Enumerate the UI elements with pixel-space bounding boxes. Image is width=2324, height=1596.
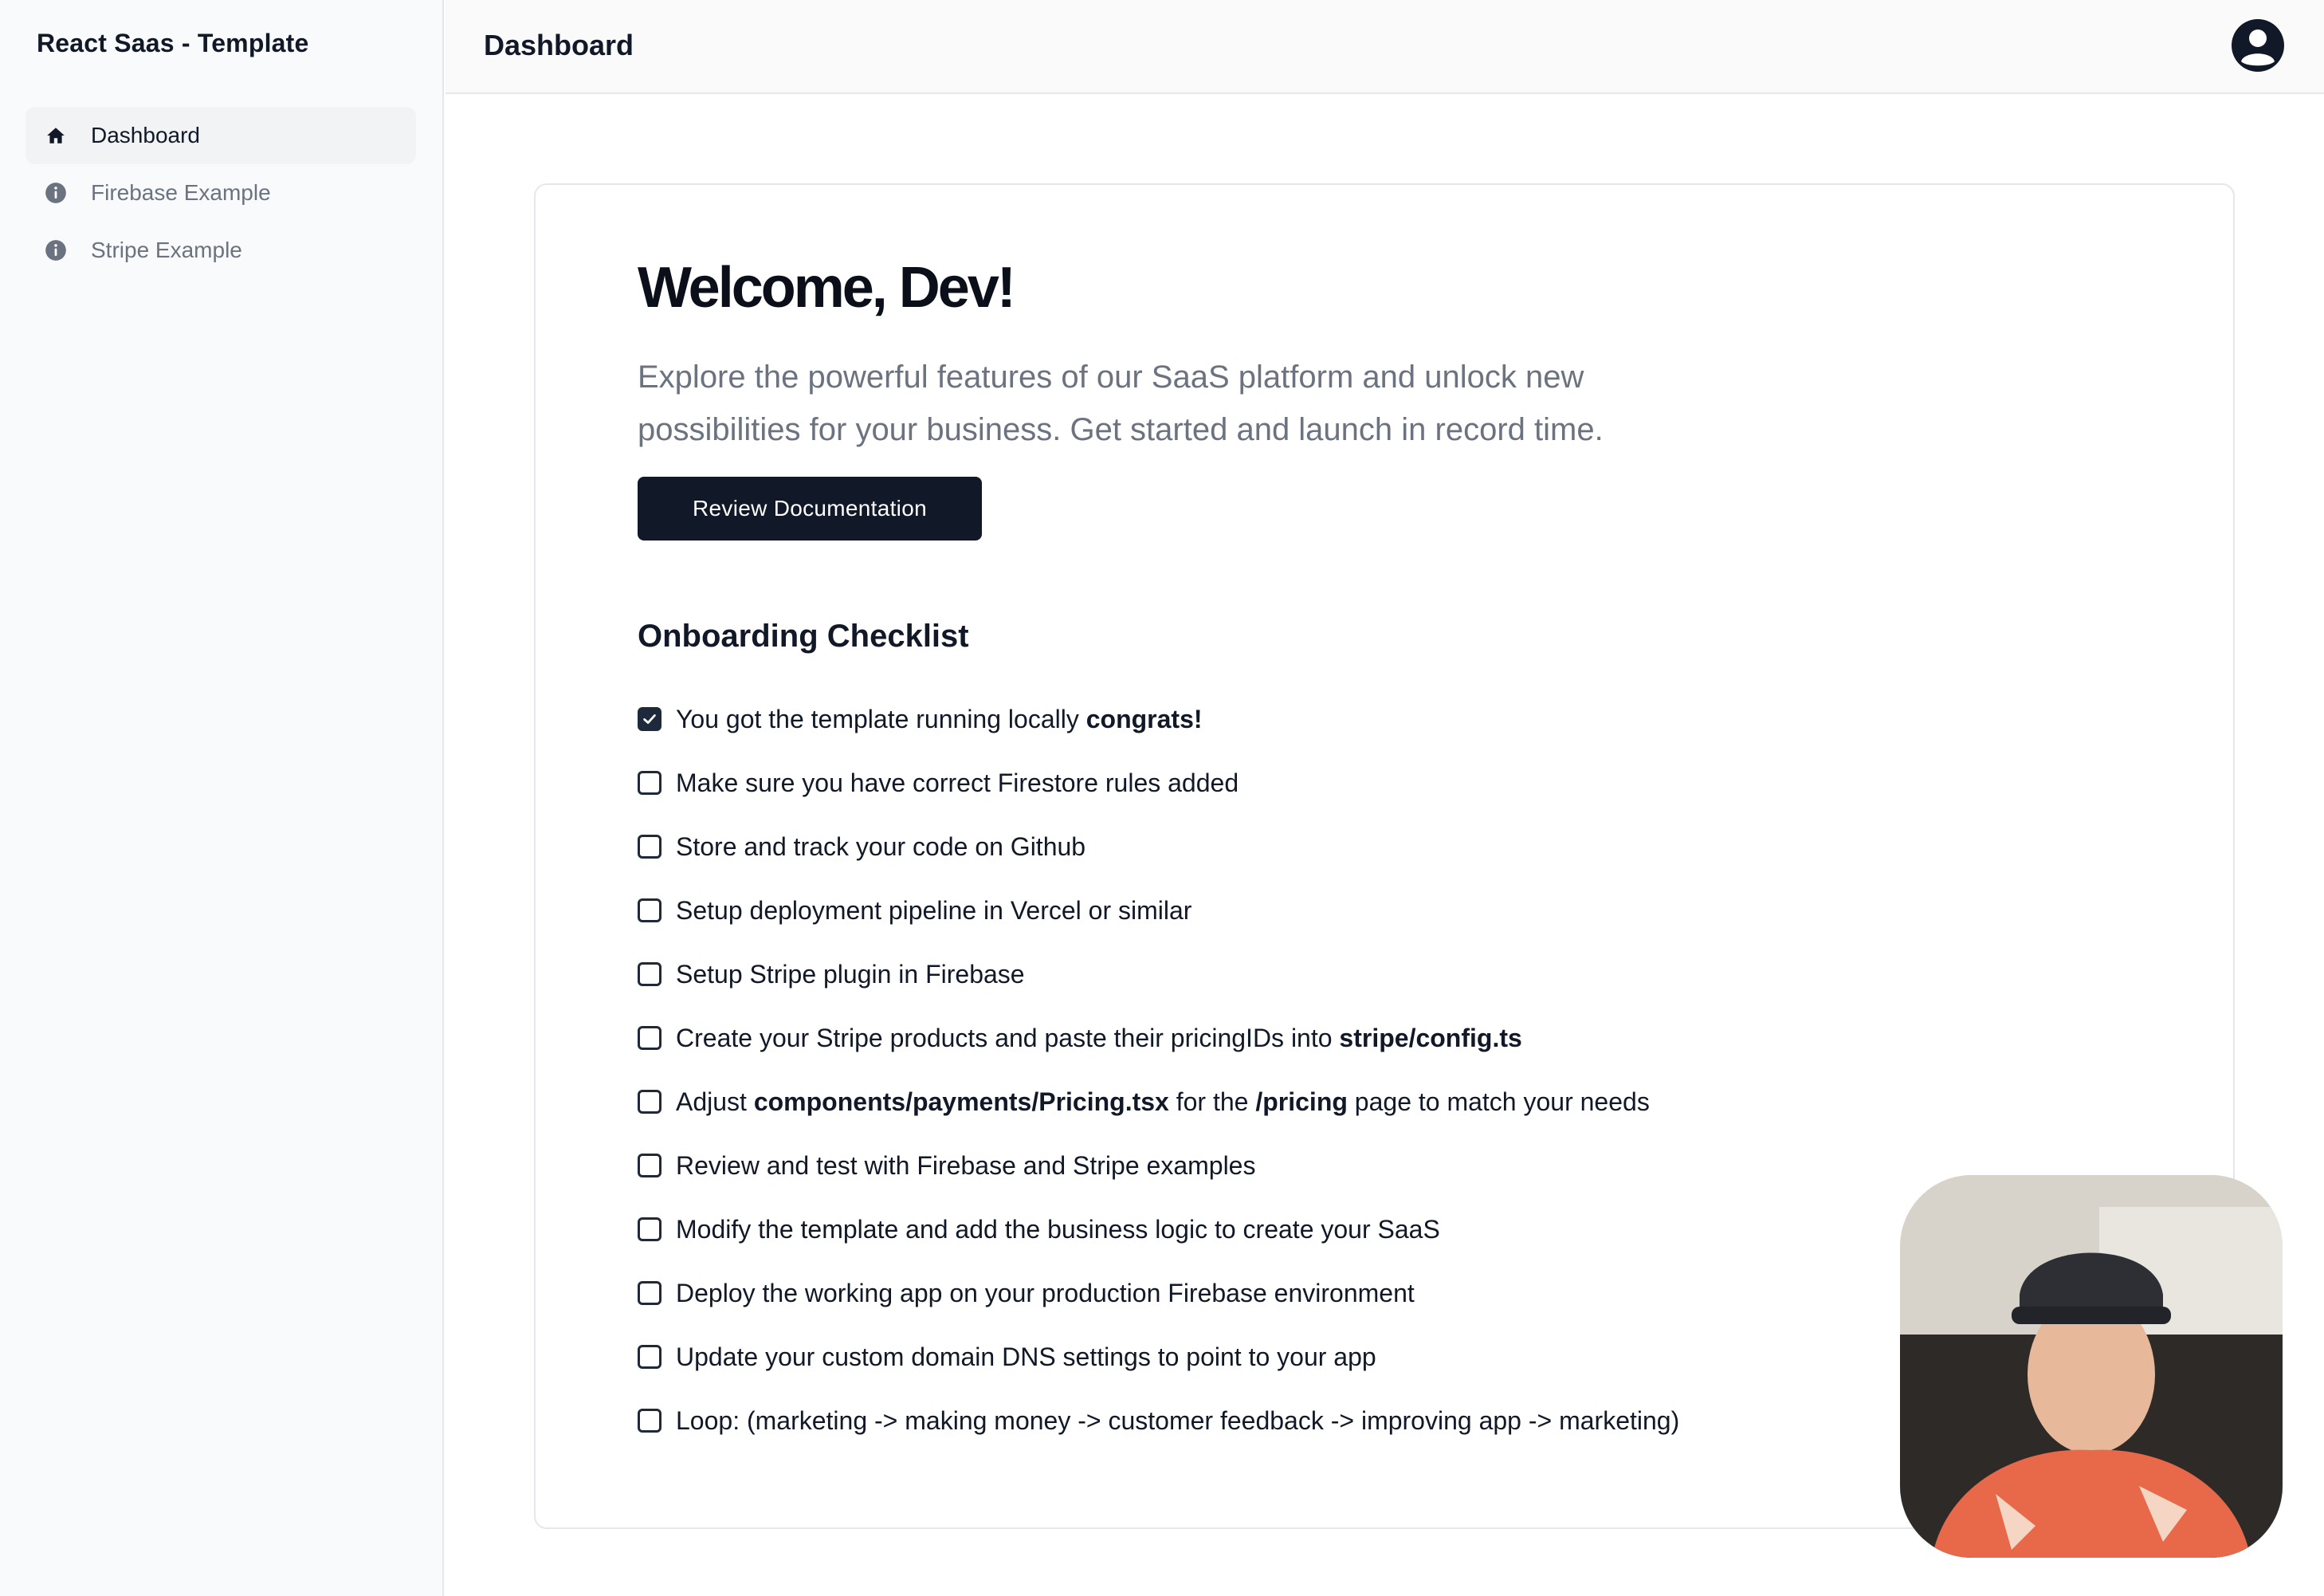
checklist-item-emphasis: stripe/config.ts [1339, 1023, 1522, 1052]
info-icon [45, 239, 67, 261]
checklist-item-text: Make sure you have correct Firestore rul… [676, 768, 1239, 797]
home-icon [45, 124, 67, 147]
checklist-item-label: Create your Stripe products and paste th… [676, 1024, 1522, 1053]
checklist-item: Review and test with Firebase and Stripe… [638, 1134, 2152, 1197]
sidebar: React Saas - Template Dashboard Firebase… [0, 0, 444, 1596]
checkbox-unchecked[interactable] [638, 771, 661, 795]
checklist-item: Make sure you have correct Firestore rul… [638, 751, 2152, 815]
checklist-item: You got the template running locally con… [638, 687, 2152, 751]
checkbox-unchecked[interactable] [638, 1026, 661, 1050]
checklist-item: Setup Stripe plugin in Firebase [638, 942, 2152, 1006]
checkbox-unchecked[interactable] [638, 1281, 661, 1305]
checkbox-unchecked[interactable] [638, 1154, 661, 1177]
sidebar-item-label: Dashboard [91, 123, 200, 147]
checklist-item: Adjust components/payments/Pricing.tsx f… [638, 1070, 2152, 1134]
checklist-item-text: Loop: (marketing -> making money -> cust… [676, 1405, 1680, 1435]
checklist-item-label: You got the template running locally con… [676, 705, 1203, 734]
checklist-item: Create your Stripe products and paste th… [638, 1006, 2152, 1070]
welcome-subtitle: Explore the powerful features of our Saa… [638, 351, 1626, 456]
checkbox-unchecked[interactable] [638, 1345, 661, 1369]
subtitle-line-2: possibilities for your business. Get sta… [638, 412, 1604, 447]
checklist-item-text: for the [1168, 1087, 1256, 1116]
welcome-heading: Welcome, Dev! [638, 256, 1016, 320]
checklist-item-label: Setup Stripe plugin in Firebase [676, 960, 1025, 989]
sidebar-item-label: Stripe Example [91, 238, 242, 262]
checklist-item-text: Setup deployment pipeline in Vercel or s… [676, 895, 1192, 925]
checklist-item-text: Deploy the working app on your productio… [676, 1278, 1415, 1307]
sidebar-item-stripe-example[interactable]: Stripe Example [26, 222, 416, 279]
checklist-item-label: Update your custom domain DNS settings t… [676, 1342, 1376, 1372]
checklist-item-label: Loop: (marketing -> making money -> cust… [676, 1406, 1679, 1436]
checklist-item: Store and track your code on Github [638, 815, 2152, 879]
checklist-item-text: page to match your needs [1347, 1087, 1650, 1116]
sidebar-nav: Dashboard Firebase Example Stripe Exampl… [26, 107, 416, 279]
checklist-item-text: Review and test with Firebase and Stripe… [676, 1150, 1256, 1180]
checklist-item-label: Deploy the working app on your productio… [676, 1279, 1415, 1308]
info-icon [45, 182, 67, 204]
checkbox-unchecked[interactable] [638, 1409, 661, 1433]
checklist-item-label: Make sure you have correct Firestore rul… [676, 769, 1239, 798]
page-title: Dashboard [484, 29, 634, 61]
checklist-item-text: Setup Stripe plugin in Firebase [676, 959, 1025, 989]
checkmark-icon [643, 714, 656, 724]
checklist-item-label: Store and track your code on Github [676, 832, 1085, 862]
sidebar-item-firebase-example[interactable]: Firebase Example [26, 164, 416, 222]
checklist-item-emphasis: congrats! [1085, 704, 1203, 733]
checkbox-unchecked[interactable] [638, 835, 661, 859]
top-header: Dashboard [446, 0, 2324, 94]
checkbox-checked[interactable] [638, 707, 661, 731]
checklist-item-label: Review and test with Firebase and Stripe… [676, 1151, 1255, 1181]
checklist-item-text: Modify the template and add the business… [676, 1214, 1440, 1244]
user-circle-icon[interactable] [2230, 18, 2286, 73]
checklist-item: Setup deployment pipeline in Vercel or s… [638, 879, 2152, 942]
checklist-item-text: Store and track your code on Github [676, 831, 1086, 861]
checklist-item-emphasis: components/payments/Pricing.tsx [753, 1087, 1169, 1116]
checklist-item-text: You got the template running locally [676, 704, 1086, 733]
app-root: React Saas - Template Dashboard Firebase… [0, 0, 2324, 1596]
checklist-item-label: Modify the template and add the business… [676, 1215, 1440, 1244]
checkbox-unchecked[interactable] [638, 1217, 661, 1241]
review-documentation-button[interactable]: Review Documentation [638, 477, 982, 541]
checklist-item-label: Adjust components/payments/Pricing.tsx f… [676, 1087, 1650, 1117]
sidebar-item-dashboard[interactable]: Dashboard [26, 107, 416, 164]
subtitle-line-1: Explore the powerful features of our Saa… [638, 360, 1584, 395]
checkbox-unchecked[interactable] [638, 962, 661, 986]
app-brand: React Saas - Template [37, 29, 309, 57]
sidebar-item-label: Firebase Example [91, 180, 271, 205]
webcam-overlay [1900, 1175, 2283, 1558]
checklist-title: Onboarding Checklist [638, 619, 969, 654]
checklist-item-text: Adjust [676, 1087, 754, 1116]
checkbox-unchecked[interactable] [638, 1090, 661, 1114]
checklist-item-emphasis: /pricing [1255, 1087, 1348, 1116]
checklist-item-label: Setup deployment pipeline in Vercel or s… [676, 896, 1191, 926]
checklist-item-text: Create your Stripe products and paste th… [676, 1023, 1340, 1052]
checklist-item-text: Update your custom domain DNS settings t… [676, 1342, 1376, 1371]
checkbox-unchecked[interactable] [638, 898, 661, 922]
webcam-video-image [1900, 1175, 2283, 1558]
